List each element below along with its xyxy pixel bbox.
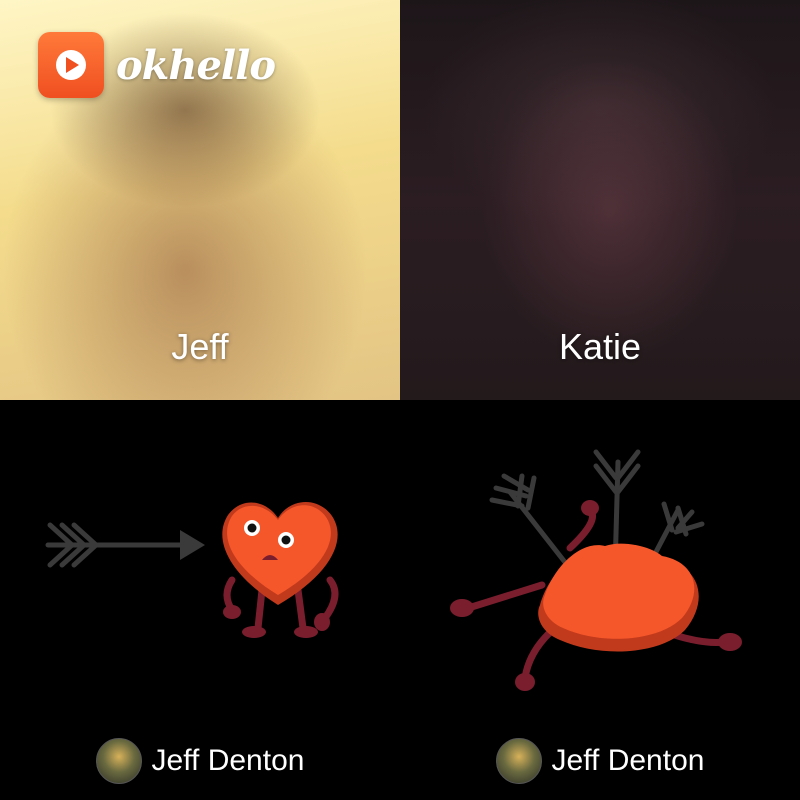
participant-name-katie: Katie — [558, 326, 642, 367]
app-logo: okhello — [38, 32, 276, 98]
sticker-tile-hit-by-arrows[interactable]: Jeff Denton — [400, 400, 800, 800]
video-tile-katie[interactable]: Katie — [400, 0, 800, 400]
sender-name: Jeff Denton — [551, 744, 705, 777]
video-tile-jeff[interactable]: okhello Jeff — [0, 0, 400, 400]
sticker-sender: Jeff Denton — [0, 738, 400, 784]
video-call-grid: okhello Jeff Katie Jeff Denton Jeff Dent… — [0, 0, 800, 800]
participant-name-jeff: Jeff — [171, 326, 229, 367]
avatar — [495, 738, 542, 784]
sticker-sender: Jeff Denton — [400, 738, 800, 784]
play-icon — [38, 32, 104, 98]
sticker-tile-incoming-arrow[interactable]: Jeff Denton — [0, 400, 400, 800]
sender-name: Jeff Denton — [151, 744, 305, 777]
logo-text: okhello — [116, 41, 276, 89]
avatar — [95, 738, 142, 784]
